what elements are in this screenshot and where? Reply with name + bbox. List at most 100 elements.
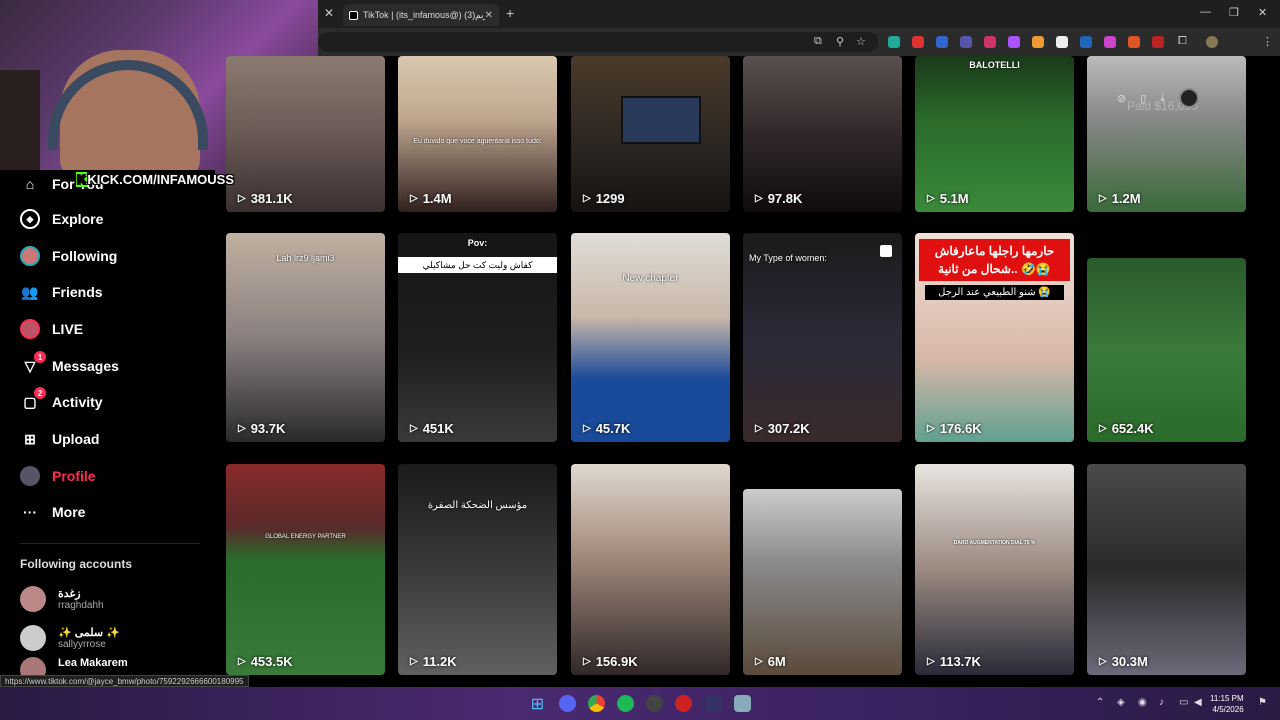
sidebar-item-label: Profile bbox=[52, 468, 96, 484]
notification-icon[interactable]: ⚑ bbox=[1258, 697, 1267, 708]
tv-screen bbox=[621, 96, 701, 144]
new-tab-button[interactable]: + bbox=[506, 5, 514, 21]
video-caption: حارمها راجلها ماعارفاش شحال من ثانية.. 🤣… bbox=[919, 239, 1070, 281]
video-tile[interactable]: GLOBAL ENERGY PARTNER ▷ 453.5K bbox=[226, 464, 385, 675]
close-window-button[interactable]: ✕ bbox=[1258, 6, 1267, 19]
tray-icon[interactable]: ◉ bbox=[1138, 697, 1147, 708]
extensions-puzzle-icon[interactable]: ⧠ bbox=[1178, 35, 1187, 48]
video-tile[interactable]: DARO AUGMENTATION DIAL 75 % ▷ 113.7K bbox=[915, 464, 1074, 675]
extension-icon[interactable] bbox=[1152, 36, 1164, 48]
video-tile[interactable]: ▷ 156.9K bbox=[571, 464, 730, 675]
video-tile[interactable]: BALOTELLI ▷ 5.1M bbox=[915, 56, 1074, 212]
video-tile[interactable]: New chapter ▷ 45.7K bbox=[571, 233, 730, 442]
sidebar-item-upload[interactable]: ⊞ Upload bbox=[20, 427, 99, 451]
sidebar-item-following[interactable]: Following bbox=[20, 244, 117, 268]
following-avatar bbox=[20, 246, 40, 266]
minimize-button[interactable]: — bbox=[1200, 6, 1211, 18]
sidebar-item-label: Upload bbox=[52, 431, 100, 447]
video-tile[interactable]: ▷ 1299 bbox=[571, 56, 730, 212]
divider bbox=[20, 543, 200, 544]
windows-start-icon[interactable]: ⊞ bbox=[529, 695, 546, 713]
avatar bbox=[20, 586, 46, 612]
avatar bbox=[20, 657, 46, 675]
following-account[interactable]: Lea Makarem bbox=[20, 657, 128, 675]
extension-icon[interactable] bbox=[1032, 36, 1044, 48]
video-tile[interactable]: Eu duvido que voce aguentaria isso tudo:… bbox=[398, 56, 557, 212]
tray-icon[interactable]: ◈ bbox=[1117, 697, 1125, 708]
extension-icon[interactable] bbox=[912, 36, 924, 48]
disc-icon[interactable] bbox=[1179, 88, 1200, 108]
cast-icon[interactable]: ⧉ bbox=[814, 35, 822, 48]
volume-icon[interactable]: ◀ bbox=[1194, 697, 1202, 708]
video-tile[interactable]: مؤسس الضحكة الصفرة ▷ 11.2K bbox=[398, 464, 557, 675]
video-tile[interactable]: ▷ 652.4K bbox=[1087, 258, 1246, 442]
obs-icon[interactable] bbox=[646, 695, 663, 712]
menu-icon[interactable]: ⋮ bbox=[1262, 35, 1273, 48]
video-tile[interactable]: My Type of women: ▷ 307.2K bbox=[743, 233, 902, 442]
extension-icon[interactable] bbox=[984, 36, 996, 48]
tab-title: TikTok | (its_infamous@) گريم(3) bbox=[363, 9, 485, 20]
discord-icon[interactable] bbox=[559, 695, 576, 712]
extension-icon[interactable] bbox=[960, 36, 972, 48]
video-tile[interactable]: Lah lrz9 ljami3 ▷ 93.7K bbox=[226, 233, 385, 442]
extension-icon[interactable] bbox=[1080, 36, 1092, 48]
chrome-icon[interactable] bbox=[588, 695, 605, 712]
extension-icon[interactable] bbox=[1128, 36, 1140, 48]
play-icon: ▷ bbox=[238, 656, 246, 667]
extension-icon[interactable] bbox=[888, 36, 900, 48]
sidebar-item-activity[interactable]: ▢ 2 Activity bbox=[20, 387, 103, 414]
sidebar-item-explore[interactable]: ◆ Explore bbox=[20, 207, 103, 231]
tab-close-icon[interactable]: ✕ bbox=[485, 10, 493, 21]
avatar[interactable] bbox=[1206, 36, 1218, 48]
video-tile[interactable]: ▷ 1.2M bbox=[1087, 56, 1246, 212]
clock[interactable]: 11:15 PM 4/5/2026 bbox=[1210, 693, 1244, 715]
phone-icon[interactable]: ▯ bbox=[1140, 92, 1146, 105]
sidebar-item-label: Explore bbox=[52, 211, 104, 227]
app-icon[interactable] bbox=[705, 695, 722, 712]
play-icon: ▷ bbox=[583, 656, 591, 667]
video-tile[interactable]: Pov: كفاش وليت كت حل مشاكيلي ▷ 451K bbox=[398, 233, 557, 442]
video-tile[interactable]: ▷ 6M bbox=[743, 489, 902, 675]
maximize-button[interactable]: ❐ bbox=[1229, 6, 1239, 19]
play-icon: ▷ bbox=[1099, 656, 1107, 667]
zoom-icon[interactable]: ⚲ bbox=[836, 35, 844, 48]
bookmark-star-icon[interactable]: ☆ bbox=[856, 35, 866, 48]
following-account[interactable]: ✨ سلمى ✨ sallyyrrose bbox=[20, 623, 120, 653]
link-icon[interactable]: ⊘ bbox=[1117, 92, 1126, 105]
sidebar-item-label: Messages bbox=[52, 358, 119, 374]
app-icon[interactable] bbox=[734, 695, 751, 712]
sidebar-item-messages[interactable]: ▽ 1 Messages bbox=[20, 351, 119, 378]
browser-tab[interactable]: TikTok | (its_infamous@) گريم(3) ✕ bbox=[343, 4, 499, 26]
sidebar-item-profile[interactable]: Profile bbox=[20, 464, 96, 488]
sidebar-item-live[interactable]: LIVE bbox=[20, 317, 83, 341]
video-tile[interactable]: ▷ 30.3M bbox=[1087, 464, 1246, 675]
play-icon: ▷ bbox=[583, 193, 591, 204]
download-icon[interactable]: ⤓ bbox=[1160, 92, 1165, 105]
tiktok-icon bbox=[349, 10, 358, 20]
browser-toolbar: ⧉ ⚲ ☆ ⧠ ⋮ bbox=[318, 28, 1280, 56]
following-account[interactable]: زغدة rraghdahh bbox=[20, 584, 104, 614]
extension-icon[interactable] bbox=[1056, 36, 1068, 48]
home-icon: ⌂ bbox=[25, 176, 35, 192]
sidebar-item-label: LIVE bbox=[52, 321, 84, 337]
network-icon[interactable]: ▭ bbox=[1179, 697, 1188, 708]
close-icon[interactable]: ✕ bbox=[324, 6, 334, 20]
address-bar[interactable] bbox=[318, 32, 878, 52]
sidebar-item-more[interactable]: ··· More bbox=[20, 500, 85, 524]
following-accounts-title: Following accounts bbox=[20, 557, 133, 571]
extension-icon[interactable] bbox=[1008, 36, 1020, 48]
video-tile[interactable]: حارمها راجلها ماعارفاش شحال من ثانية.. 🤣… bbox=[915, 233, 1074, 442]
extension-icon[interactable] bbox=[1104, 36, 1116, 48]
mic-icon[interactable]: ♪ bbox=[1159, 697, 1164, 708]
extension-icon[interactable] bbox=[936, 36, 948, 48]
app-icon[interactable] bbox=[675, 695, 692, 712]
video-tile[interactable]: ▷ 381.1K bbox=[226, 56, 385, 212]
sidebar-item-friends[interactable]: 👥 Friends bbox=[20, 280, 103, 304]
play-icon: ▷ bbox=[410, 423, 418, 434]
chevron-up-icon[interactable]: ⌃ bbox=[1096, 697, 1104, 708]
sidebar-item-label: Activity bbox=[52, 394, 103, 410]
video-tile[interactable]: ▷ 97.8K bbox=[743, 56, 902, 212]
shelf bbox=[0, 70, 40, 180]
spotify-icon[interactable] bbox=[617, 695, 634, 712]
sidebar-item-label: Friends bbox=[52, 284, 103, 300]
